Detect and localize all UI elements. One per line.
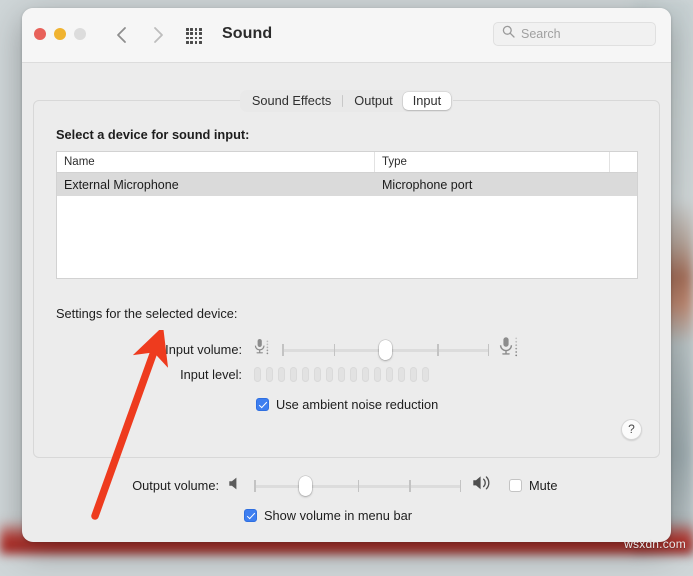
device-table[interactable]: Name Type External Microphone Microphone… — [56, 151, 638, 279]
level-segment — [410, 367, 417, 382]
input-settings-groupbox: Select a device for sound input: Name Ty… — [33, 100, 660, 458]
show-all-grid-icon[interactable] — [186, 28, 202, 44]
level-segment — [386, 367, 393, 382]
select-device-label: Select a device for sound input: — [56, 127, 250, 142]
maximize-button — [74, 28, 86, 40]
level-segment — [338, 367, 345, 382]
show-volume-checkbox-row[interactable]: Show volume in menu bar — [244, 508, 412, 523]
column-header-spacer — [610, 152, 637, 172]
watermark-text: wsxdn.com — [624, 537, 686, 551]
level-segment — [398, 367, 405, 382]
search-field[interactable] — [493, 22, 656, 46]
show-volume-label: Show volume in menu bar — [264, 508, 412, 523]
device-type-cell: Microphone port — [382, 177, 473, 192]
slider-tick — [487, 343, 489, 356]
slider-tick — [333, 343, 336, 356]
speaker-high-icon — [471, 474, 495, 497]
minimize-button[interactable] — [54, 28, 66, 40]
column-header-type[interactable]: Type — [375, 152, 610, 172]
output-volume-slider[interactable] — [254, 475, 461, 496]
speaker-low-icon — [227, 475, 244, 497]
close-button[interactable] — [34, 28, 46, 40]
slider-tick — [357, 479, 359, 492]
back-chevron-icon[interactable] — [112, 24, 132, 46]
ambient-noise-label: Use ambient noise reduction — [276, 397, 439, 412]
level-segment — [302, 367, 309, 382]
slider-tick — [437, 343, 439, 356]
slider-tick — [409, 479, 411, 492]
table-row[interactable]: External Microphone Microphone port — [57, 173, 637, 196]
level-segment — [350, 367, 357, 382]
ambient-noise-checkbox[interactable] — [256, 398, 269, 411]
level-segment — [314, 367, 321, 382]
segmented-control: Sound Effects Output Input — [239, 90, 454, 112]
output-volume-slider-knob[interactable] — [299, 475, 313, 496]
input-level-row: Input level: — [56, 367, 640, 382]
window-titlebar: Sound — [22, 8, 671, 63]
microphone-large-icon — [497, 335, 521, 364]
input-volume-slider-knob[interactable] — [379, 339, 392, 360]
slider-tick — [254, 479, 256, 492]
forward-chevron-icon[interactable] — [148, 24, 168, 46]
settings-for-device-label: Settings for the selected device: — [56, 306, 238, 321]
show-volume-checkbox[interactable] — [244, 509, 257, 522]
input-volume-row: Input volume: — [56, 335, 640, 364]
level-segment — [254, 367, 261, 382]
level-segment — [362, 367, 369, 382]
device-name-cell: External Microphone — [64, 177, 179, 192]
input-level-label: Input level: — [180, 367, 242, 382]
level-segment — [278, 367, 285, 382]
slider-tick — [459, 479, 461, 492]
output-volume-label: Output volume: — [132, 478, 219, 493]
microphone-small-icon — [250, 336, 272, 363]
level-segment — [422, 367, 429, 382]
tab-input[interactable]: Input — [402, 92, 452, 110]
tab-sound-effects[interactable]: Sound Effects — [242, 92, 341, 110]
mute-checkbox[interactable] — [509, 479, 522, 492]
table-header-row: Name Type — [57, 152, 637, 173]
tab-output[interactable]: Output — [344, 92, 402, 110]
column-header-name[interactable]: Name — [57, 152, 375, 172]
level-segment — [290, 367, 297, 382]
input-volume-slider[interactable] — [282, 339, 489, 360]
mute-checkbox-row[interactable]: Mute — [509, 478, 557, 493]
sound-pane-tabs: Sound Effects Output Input — [22, 90, 671, 112]
input-volume-label: Input volume: — [165, 342, 242, 357]
page-title: Sound — [222, 25, 273, 42]
output-volume-row: Output volume: Mute — [33, 474, 633, 497]
mute-label: Mute — [529, 478, 558, 493]
sound-preferences-window: Sound Select a device for sound input: N… — [22, 8, 671, 542]
level-segment — [374, 367, 381, 382]
help-button[interactable]: ? — [621, 419, 642, 440]
search-icon — [502, 25, 515, 43]
input-level-meter — [254, 367, 429, 382]
level-segment — [326, 367, 333, 382]
tab-separator — [342, 95, 344, 107]
level-segment — [266, 367, 273, 382]
ambient-noise-checkbox-row[interactable]: Use ambient noise reduction — [256, 397, 438, 412]
slider-tick — [282, 343, 284, 356]
search-input[interactable] — [521, 27, 641, 41]
